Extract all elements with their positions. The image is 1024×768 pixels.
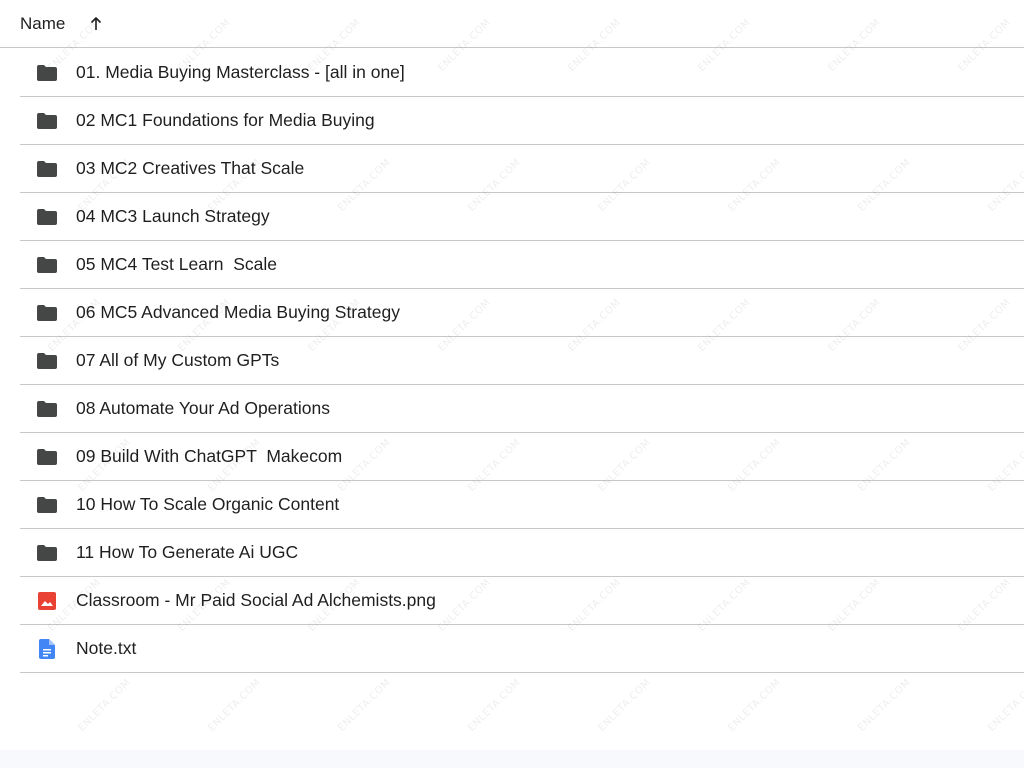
folder-icon — [36, 494, 58, 516]
name-column-label: Name — [20, 13, 66, 33]
folder-icon — [36, 350, 58, 372]
file-row[interactable]: Note.txt — [20, 625, 1024, 673]
file-name: 09 Build With ChatGPT Makecom — [76, 446, 343, 466]
watermark-text: ENLETA.COM — [856, 677, 914, 734]
folder-icon — [36, 398, 58, 420]
watermark-text: ENLETA.COM — [76, 677, 134, 734]
file-row[interactable]: 03 MC2 Creatives That Scale — [20, 145, 1024, 193]
file-row[interactable]: Classroom - Mr Paid Social Ad Alchemists… — [20, 577, 1024, 625]
watermark-text: ENLETA.COM — [466, 677, 524, 734]
file-name: 02 MC1 Foundations for Media Buying — [76, 110, 375, 130]
folder-icon — [36, 62, 58, 84]
file-name: Classroom - Mr Paid Social Ad Alchemists… — [76, 590, 436, 610]
file-name: 08 Automate Your Ad Operations — [76, 398, 330, 418]
sort-ascending-arrow-icon[interactable] — [89, 16, 103, 32]
file-row[interactable]: 02 MC1 Foundations for Media Buying — [20, 97, 1024, 145]
file-row[interactable]: 10 How To Scale Organic Content — [20, 481, 1024, 529]
file-row[interactable]: 06 MC5 Advanced Media Buying Strategy — [20, 289, 1024, 337]
file-name: Note.txt — [76, 638, 137, 658]
file-row[interactable]: 08 Automate Your Ad Operations — [20, 385, 1024, 433]
file-row[interactable]: 04 MC3 Launch Strategy — [20, 193, 1024, 241]
folder-icon — [36, 158, 58, 180]
file-row[interactable]: 07 All of My Custom GPTs — [20, 337, 1024, 385]
watermark-text: ENLETA.COM — [596, 677, 654, 734]
file-list-page: Name 01. Media Buying Masterclass - [all… — [0, 0, 1024, 768]
folder-icon — [36, 542, 58, 564]
file-name: 11 How To Generate Ai UGC — [76, 542, 299, 562]
folder-icon — [36, 254, 58, 276]
file-row[interactable]: 09 Build With ChatGPT Makecom — [20, 433, 1024, 481]
file-name: 01. Media Buying Masterclass - [all in o… — [76, 62, 405, 82]
bottom-bar — [0, 750, 1024, 768]
folder-icon — [36, 302, 58, 324]
folder-icon — [36, 110, 58, 132]
file-row[interactable]: 01. Media Buying Masterclass - [all in o… — [20, 49, 1024, 97]
name-column-header[interactable]: Name — [20, 14, 103, 34]
list-header: Name — [0, 0, 1024, 48]
file-name: 07 All of My Custom GPTs — [76, 350, 280, 370]
watermark-text: ENLETA.COM — [336, 677, 394, 734]
watermark-text: ENLETA.COM — [986, 677, 1024, 734]
file-name: 04 MC3 Launch Strategy — [76, 206, 270, 226]
file-name: 05 MC4 Test Learn Scale — [76, 254, 278, 274]
watermark-text: ENLETA.COM — [206, 677, 264, 734]
folder-icon — [36, 446, 58, 468]
file-row[interactable]: 05 MC4 Test Learn Scale — [20, 241, 1024, 289]
image-file-icon — [36, 590, 58, 612]
file-list: 01. Media Buying Masterclass - [all in o… — [20, 49, 1024, 673]
file-name: 03 MC2 Creatives That Scale — [76, 158, 305, 178]
watermark-text: ENLETA.COM — [726, 677, 784, 734]
file-row[interactable]: 11 How To Generate Ai UGC — [20, 529, 1024, 577]
file-name: 10 How To Scale Organic Content — [76, 494, 340, 514]
file-name: 06 MC5 Advanced Media Buying Strategy — [76, 302, 400, 322]
folder-icon — [36, 206, 58, 228]
doc-file-icon — [36, 638, 58, 660]
